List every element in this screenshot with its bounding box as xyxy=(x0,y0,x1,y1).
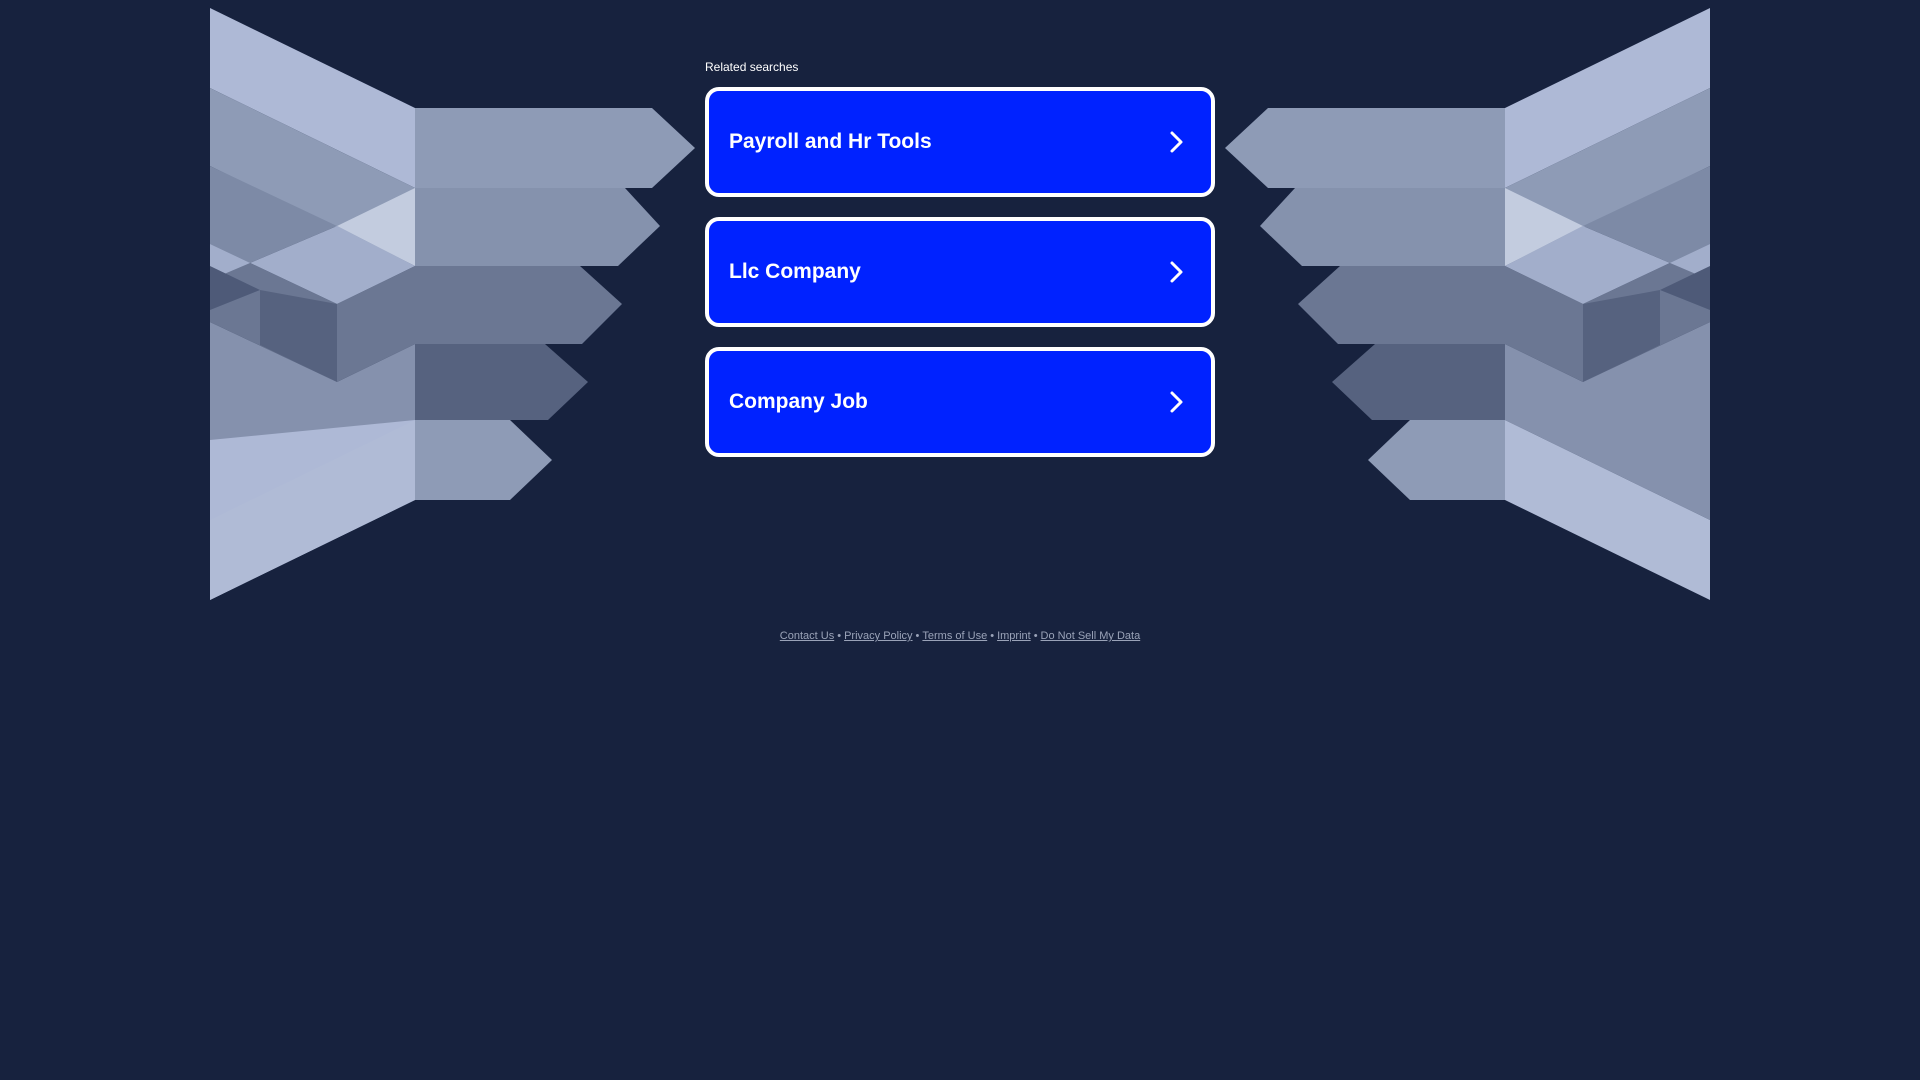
footer-separator: • xyxy=(837,630,842,642)
imprint-link[interactable]: Imprint xyxy=(997,630,1031,642)
left-wing-graphic xyxy=(210,8,695,600)
terms-of-use-link[interactable]: Terms of Use xyxy=(922,630,987,642)
chevron-right-icon xyxy=(1163,128,1191,156)
related-search-label: Company Job xyxy=(729,390,868,413)
privacy-policy-link[interactable]: Privacy Policy xyxy=(844,630,912,642)
footer-links: Contact Us • Privacy Policy • Terms of Use • I… xyxy=(0,630,1920,642)
related-search-label: Llc Company xyxy=(729,260,861,283)
footer-separator: • xyxy=(915,630,920,642)
do-not-sell-my-data-link[interactable]: Do Not Sell My Data xyxy=(1041,630,1141,642)
chevron-right-icon xyxy=(1163,258,1191,286)
related-search-link-1[interactable]: Payroll and Hr Tools xyxy=(705,87,1215,197)
page: Related searches Payroll and Hr Tools Ll… xyxy=(0,0,1920,1080)
related-search-label: Payroll and Hr Tools xyxy=(729,130,932,153)
footer-separator: • xyxy=(1033,630,1038,642)
related-searches-heading: Related searches xyxy=(705,60,799,74)
footer-separator: • xyxy=(990,630,995,642)
related-search-link-3[interactable]: Company Job xyxy=(705,347,1215,457)
chevron-right-icon xyxy=(1163,388,1191,416)
right-wing-graphic xyxy=(1225,8,1710,600)
contact-us-link[interactable]: Contact Us xyxy=(780,630,834,642)
related-search-link-2[interactable]: Llc Company xyxy=(705,217,1215,327)
